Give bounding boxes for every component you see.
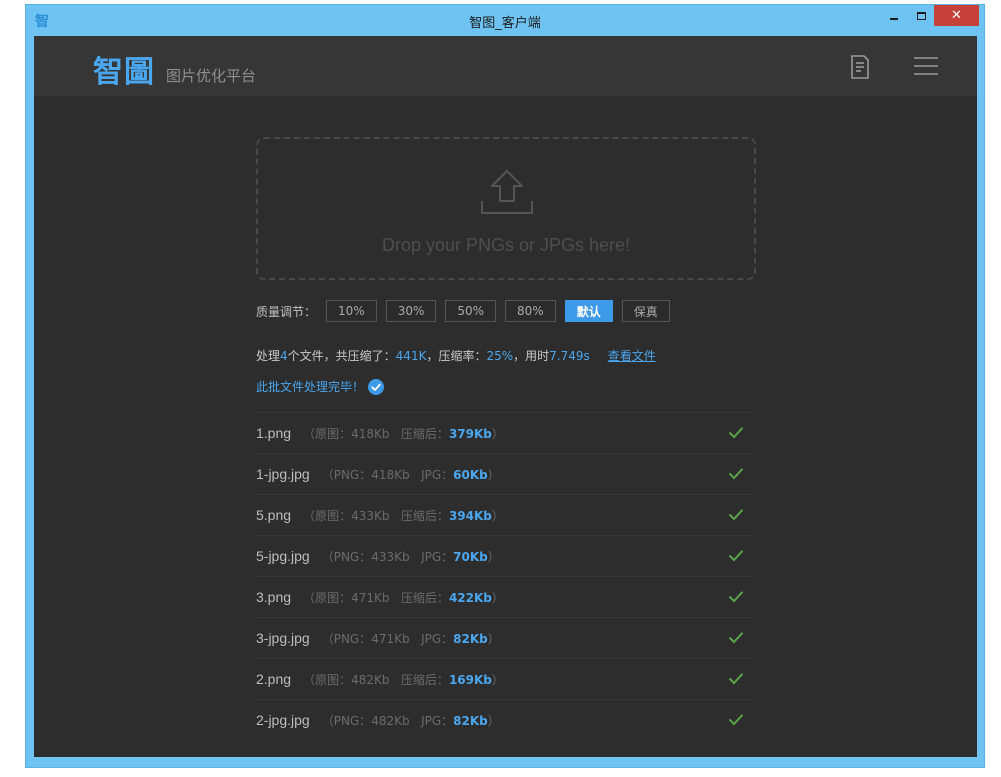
file-row: 2-jpg.jpg （PNG：482Kb JPG：82Kb） xyxy=(256,699,754,740)
drop-zone[interactable]: Drop your PNGs or JPGs here! xyxy=(256,137,756,280)
drop-hint: Drop your PNGs or JPGs here! xyxy=(381,235,631,255)
file-name: 2.png xyxy=(256,671,292,687)
summary-rate-label: ，压缩率： xyxy=(426,349,487,363)
file-sizes: （原图：418Kb 压缩后：379Kb） xyxy=(303,426,504,441)
check-icon xyxy=(728,509,744,521)
document-icon[interactable] xyxy=(849,55,871,79)
upload-icon xyxy=(481,170,533,214)
file-sizes: （原图：482Kb 压缩后：169Kb） xyxy=(303,672,504,687)
quality-80-button[interactable]: 80% xyxy=(505,300,556,322)
minimize-button[interactable] xyxy=(881,5,907,27)
quality-30-button[interactable]: 30% xyxy=(385,300,437,322)
summary-line: 处理4个文件，共压缩了：441K，压缩率：25%，用时7.749s 查看文件 xyxy=(256,347,656,364)
file-sizes: （原图：433Kb 压缩后：394Kb） xyxy=(303,508,504,523)
file-sizes: （PNG：482Kb JPG：82Kb） xyxy=(321,713,500,728)
summary-count-suffix: 个文件，共压缩了： xyxy=(287,349,396,363)
file-name: 3-jpg.jpg xyxy=(256,630,310,646)
saved-size: 441K xyxy=(395,349,427,363)
check-icon xyxy=(728,714,744,726)
file-sizes: （PNG：471Kb JPG：82Kb） xyxy=(321,631,500,646)
logo: 智圖 xyxy=(93,55,155,90)
summary-prefix: 处理 xyxy=(256,349,281,363)
app-window: 智 智图_客户端 ✕ 智圖 图片优化平台 Drop your PNGs or J… xyxy=(25,4,985,768)
summary-time-label: ，用时 xyxy=(513,349,550,363)
logo-subtitle: 图片优化平台 xyxy=(166,67,257,85)
file-sizes: （PNG：418Kb JPG：60Kb） xyxy=(321,467,500,482)
done-message: 此批文件处理完毕！ xyxy=(256,378,385,395)
check-icon xyxy=(728,632,744,644)
file-list: 1.png （原图：418Kb 压缩后：379Kb） 1-jpg.jpg （PN… xyxy=(256,412,754,740)
quality-label: 质量调节： xyxy=(256,304,317,319)
minimize-icon xyxy=(890,18,898,20)
check-icon xyxy=(728,550,744,562)
compression-rate: 25% xyxy=(486,349,514,363)
view-files-link[interactable]: 查看文件 xyxy=(608,349,656,363)
check-circle-icon xyxy=(368,378,385,395)
file-count: 4 xyxy=(280,349,288,363)
close-button[interactable]: ✕ xyxy=(934,5,979,26)
file-name: 5-jpg.jpg xyxy=(256,548,310,564)
menu-icon[interactable] xyxy=(914,56,938,76)
check-icon xyxy=(728,427,744,439)
elapsed-time: 7.749s xyxy=(549,349,590,363)
file-name: 3.png xyxy=(256,589,292,605)
check-icon xyxy=(728,591,744,603)
file-row: 3-jpg.jpg （PNG：471Kb JPG：82Kb） xyxy=(256,617,754,658)
quality-default-button[interactable]: 默认 xyxy=(564,300,613,322)
file-row: 5-jpg.jpg （PNG：433Kb JPG：70Kb） xyxy=(256,535,754,576)
quality-10-button[interactable]: 10% xyxy=(326,300,377,322)
done-text: 此批文件处理完毕！ xyxy=(256,380,365,394)
file-name: 5.png xyxy=(256,507,292,523)
check-icon xyxy=(728,468,744,480)
check-icon xyxy=(728,673,744,685)
maximize-button[interactable] xyxy=(908,5,934,27)
title-bar[interactable]: 智 智图_客户端 ✕ xyxy=(26,5,984,36)
quality-selector: 质量调节： 10% 30% 50% 80% 默认 保真 xyxy=(256,300,679,322)
window-title: 智图_客户端 xyxy=(469,16,541,31)
client-area: 智圖 图片优化平台 Drop your PNGs or JPGs here! 质… xyxy=(34,36,977,757)
quality-50-button[interactable]: 50% xyxy=(445,300,497,322)
file-name: 1.png xyxy=(256,425,292,441)
close-icon: ✕ xyxy=(951,8,962,23)
file-row: 1-jpg.jpg （PNG：418Kb JPG：60Kb） xyxy=(256,453,754,494)
file-name: 2-jpg.jpg xyxy=(256,712,310,728)
file-row: 1.png （原图：418Kb 压缩后：379Kb） xyxy=(256,412,754,453)
file-row: 5.png （原图：433Kb 压缩后：394Kb） xyxy=(256,494,754,535)
file-name: 1-jpg.jpg xyxy=(256,466,310,482)
file-row: 2.png （原图：482Kb 压缩后：169Kb） xyxy=(256,658,754,699)
app-header: 智圖 图片优化平台 xyxy=(34,36,977,96)
file-sizes: （原图：471Kb 压缩后：422Kb） xyxy=(303,590,504,605)
file-row: 3.png （原图：471Kb 压缩后：422Kb） xyxy=(256,576,754,617)
quality-lossless-button[interactable]: 保真 xyxy=(621,300,670,322)
file-sizes: （PNG：433Kb JPG：70Kb） xyxy=(321,549,500,564)
maximize-icon xyxy=(916,12,926,20)
